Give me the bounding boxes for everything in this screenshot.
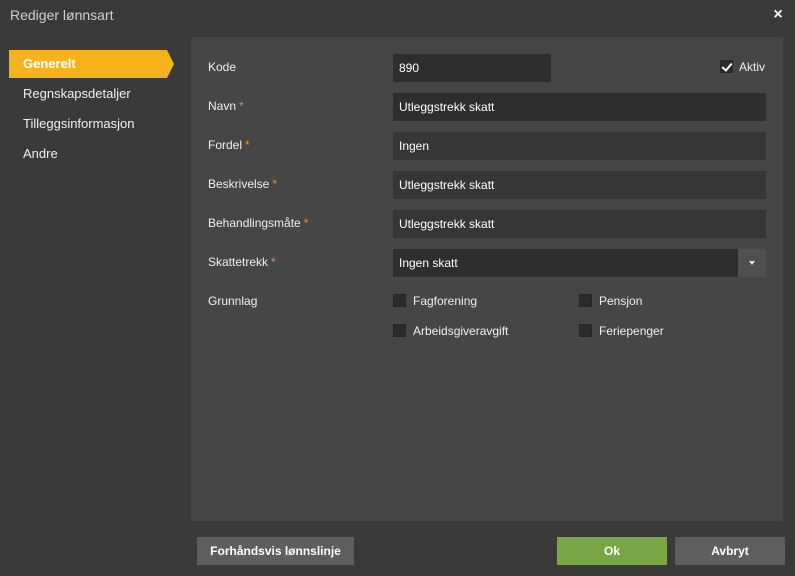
skattetrekk-label: Skattetrekk *	[208, 255, 276, 269]
grunnlag-label: Grunnlag	[208, 294, 258, 308]
required-mark: *	[271, 255, 276, 269]
sidebar-item-regnskapsdetaljer[interactable]: Regnskapsdetaljer	[9, 80, 167, 108]
arbeidsgiveravgift-checkbox[interactable]	[393, 324, 406, 337]
navn-input[interactable]: Utleggstrekk skatt	[393, 93, 766, 121]
aktiv-label: Aktiv	[739, 60, 766, 74]
ok-button[interactable]: Ok	[557, 537, 667, 565]
fagforening-checkbox[interactable]	[393, 294, 406, 307]
kode-input[interactable]: 890	[393, 54, 551, 82]
cancel-button[interactable]: Avbryt	[675, 537, 785, 565]
fordel-label: Fordel *	[208, 138, 250, 152]
fordel-input[interactable]: Ingen	[393, 132, 766, 160]
required-mark: *	[303, 216, 309, 230]
required-mark: *	[245, 138, 250, 152]
dialog-title: Rediger lønnsart	[10, 7, 114, 23]
sidebar-item-andre[interactable]: Andre	[9, 140, 167, 168]
preview-payslip-button[interactable]: Forhåndsvis lønnslinje	[197, 537, 354, 565]
required-mark: *	[239, 99, 244, 113]
aktiv-checkbox[interactable]	[720, 60, 733, 73]
skattetrekk-select[interactable]: Ingen skatt	[393, 249, 738, 277]
beskrivelse-label: Beskrivelse *	[208, 177, 278, 191]
beskrivelse-input[interactable]: Utleggstrekk skatt	[393, 171, 766, 199]
pensjon-label: Pensjon	[599, 294, 643, 308]
kode-label: Kode	[208, 60, 237, 74]
pensjon-checkbox[interactable]	[579, 294, 592, 307]
title-bar: Rediger lønnsart ×	[0, 0, 795, 32]
sidebar-item-generelt[interactable]: Generelt	[9, 50, 174, 78]
close-icon[interactable]: ×	[771, 7, 785, 23]
sidebar-item-tilleggsinformasjon[interactable]: Tilleggsinformasjon	[9, 110, 167, 138]
chevron-down-icon[interactable]	[738, 249, 766, 277]
feriepenger-label: Feriepenger	[599, 324, 664, 338]
feriepenger-checkbox[interactable]	[579, 324, 592, 337]
behandlingsmate-label: Behandlingsmåte *	[208, 216, 309, 230]
behandlingsmate-input[interactable]: Utleggstrekk skatt	[393, 210, 766, 238]
arbeidsgiveravgift-label: Arbeidsgiveravgift	[413, 324, 509, 338]
required-mark: *	[272, 177, 278, 191]
fagforening-label: Fagforening	[413, 294, 478, 308]
navn-label: Navn *	[208, 99, 244, 113]
